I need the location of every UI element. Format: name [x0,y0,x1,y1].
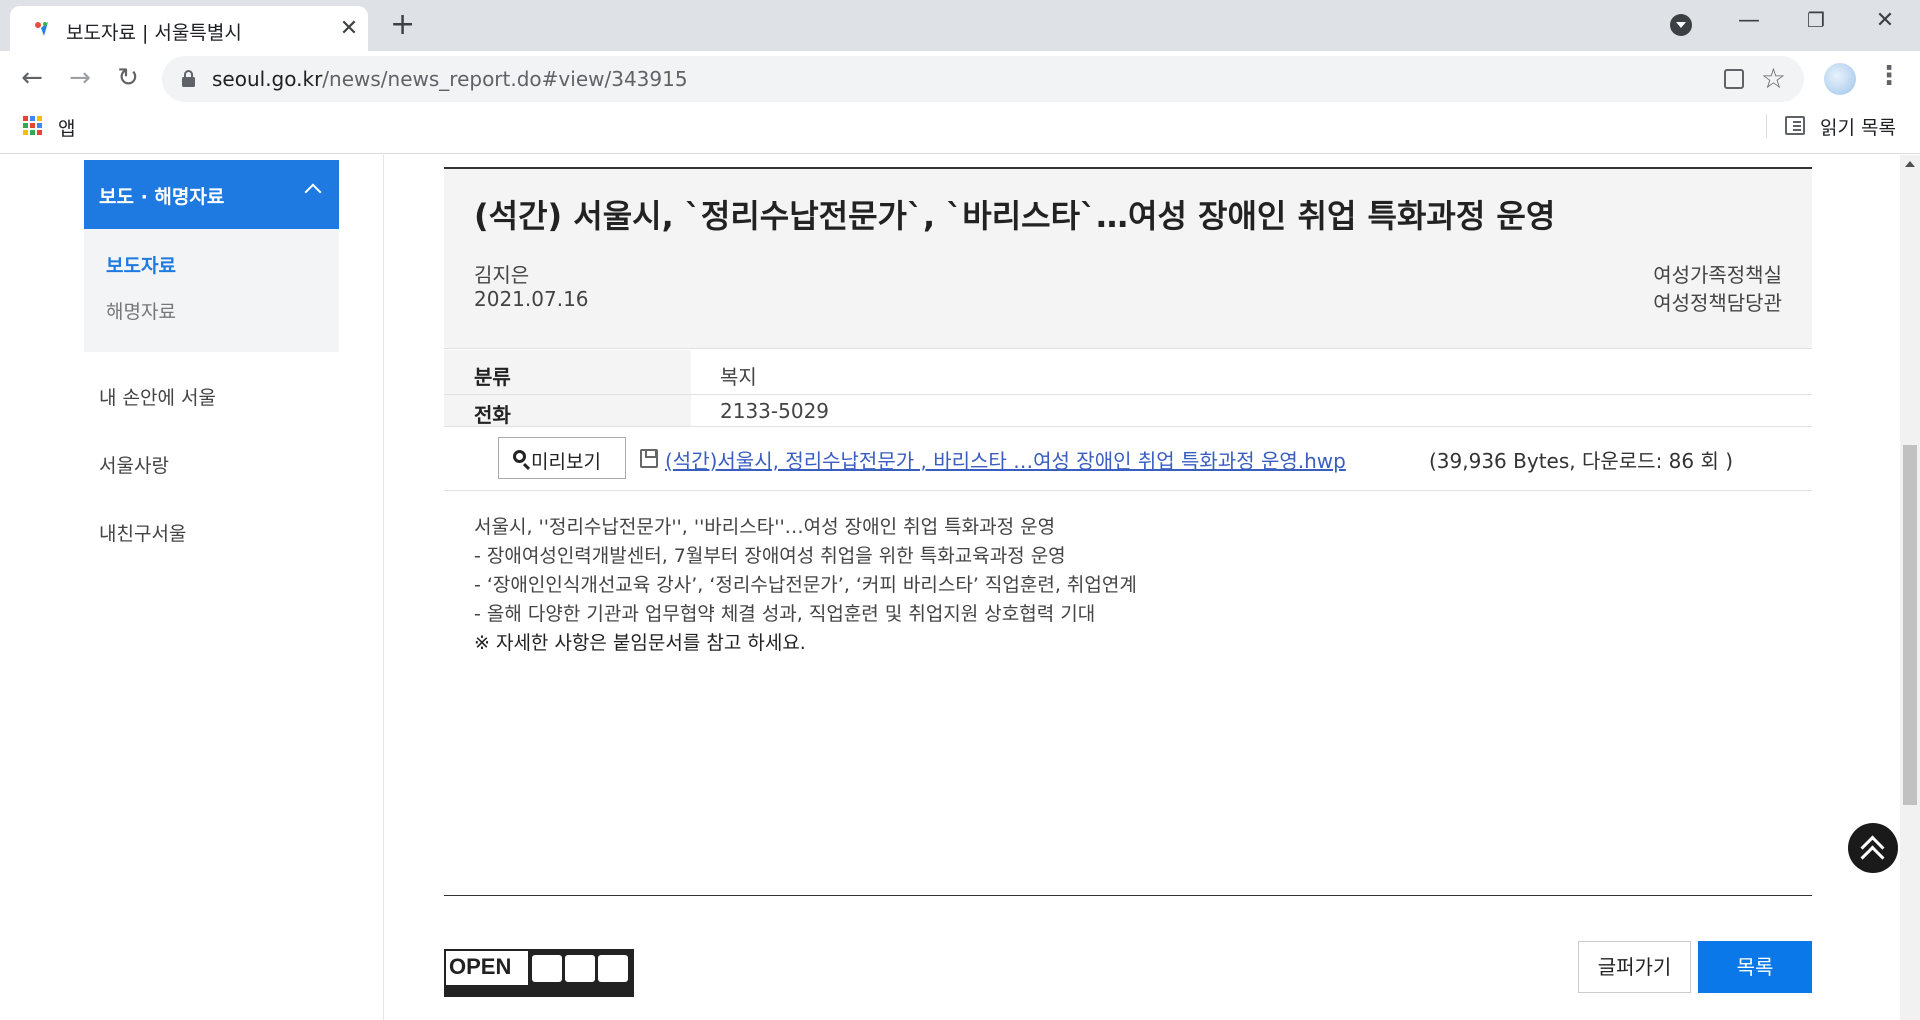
body-line: - 올해 다양한 기관과 업무협약 체결 성과, 직업훈련 및 취업지원 상호협… [474,603,1096,625]
article-date: 2021.07.16 [474,287,589,311]
meta-label: 분류 [474,365,511,389]
window-close-icon[interactable]: ✕ [1870,8,1900,33]
meta-row-category: 분류 복지 [444,350,1812,395]
article-header: (석간) 서울시, `정리수납전문가`, `바리스타`…여성 장애인 취업 특화… [444,169,1812,349]
sidebar-item-seoul-love[interactable]: 서울사랑 [99,451,169,478]
scroll-top-icon[interactable] [1848,823,1898,873]
scrollbar-thumb[interactable] [1903,445,1917,805]
lock-icon [182,70,195,87]
scroll-up-icon[interactable] [1905,161,1915,167]
sidebar-item-my-friend-seoul[interactable]: 내친구서울 [99,519,186,546]
body-line: - ‘장애인인식개선교육 강사’, ‘정리수납전문가’, ‘커피 바리스타’ 직… [474,574,1137,596]
forward-icon[interactable]: → [64,63,96,93]
restore-icon[interactable]: ❐ [1801,8,1831,32]
address-bar[interactable]: seoul.go.kr/news/news_report.do#view/343… [162,56,1804,102]
meta-row-phone: 전화 2133-5029 [444,395,1812,427]
qr-icon[interactable] [1724,69,1744,89]
sidebar-divider [383,155,384,1020]
attachment-row: 미리보기 (석간)서울시, 정리수납전문가 , 바리스타 …여성 장애인 취업 … [444,427,1812,491]
preview-button[interactable]: 미리보기 [498,437,626,479]
share-button[interactable]: 글퍼가기 [1578,941,1691,993]
apps-icon[interactable] [23,116,43,136]
article-team: 여성정책담당관 [1653,291,1782,315]
browser-toolbar: ← → ↻ seoul.go.kr/news/news_report.do#vi… [0,51,1920,107]
sidebar-section-header[interactable]: 보도 · 해명자료 [84,160,339,229]
kogl-open-logo: OPEN [444,949,634,997]
divider [1766,114,1767,138]
body-line: 서울시, ''정리수납전문가'', ''바리스타''…여성 장애인 취업 특화과… [474,516,1056,538]
open-logo-band [446,985,528,997]
seoul-favicon-icon [35,22,48,36]
tab-strip: 보도자료 | 서울특별시 ✕ + — ❐ ✕ [0,0,1920,51]
sidebar-item-seoul-in-hand[interactable]: 내 손안에 서울 [99,383,216,410]
article-title: (석간) 서울시, `정리수납전문가`, `바리스타`…여성 장애인 취업 특화… [474,197,1556,235]
menu-dots-icon[interactable]: ⋮ [1876,61,1902,91]
minimize-icon[interactable]: — [1734,8,1764,33]
meta-value: 2133-5029 [720,399,830,423]
bookmarks-bar [0,107,1920,154]
browser-tab[interactable]: 보도자료 | 서울특별시 ✕ [10,6,368,51]
preview-label: 미리보기 [531,451,601,473]
plus-icon[interactable]: + [390,10,415,40]
scrollbar[interactable] [1900,155,1920,1020]
sidebar-section-title: 보도 · 해명자료 [99,186,225,208]
apps-label[interactable]: 앱 [58,114,75,141]
article-body: 서울시, ''정리수납전문가'', ''바리스타''…여성 장애인 취업 특화과… [474,513,1774,658]
meta-value: 복지 [720,365,757,389]
magnifier-icon [513,450,526,463]
body-line: ※ 자세한 사항은 붙임문서를 참고 하세요. [474,632,806,654]
sidebar-item-press-release[interactable]: 보도자료 [106,251,176,278]
star-icon[interactable]: ☆ [1761,62,1786,95]
url-path: /news/news_report.do#view/343915 [322,67,688,91]
avatar[interactable] [1824,63,1856,95]
sidebar-submenu: 보도자료 해명자료 [84,229,339,352]
reading-list-label[interactable]: 읽기 목록 [1820,113,1896,140]
reading-list-icon[interactable] [1785,116,1805,135]
chevron-up-icon [304,183,322,201]
open-logo-text: OPEN [449,954,512,979]
meta-label: 전화 [474,403,511,427]
list-button[interactable]: 목록 [1698,941,1812,993]
attachment-link[interactable]: (석간)서울시, 정리수납전문가 , 바리스타 …여성 장애인 취업 특화과정 … [665,445,1346,474]
sidebar-item-explanation[interactable]: 해명자료 [106,297,176,324]
tab-title: 보도자료 | 서울특별시 [66,22,242,44]
article-bottom-rule [444,895,1812,896]
attachment-info: (39,936 Bytes, 다운로드: 86 회 ) [1429,449,1734,473]
tab-search-icon[interactable] [1670,14,1692,36]
article-author: 김지은 [474,263,530,287]
url-text[interactable]: seoul.go.kr/news/news_report.do#view/343… [212,67,688,91]
file-icon [640,449,658,468]
article-department: 여성가족정책실 [1653,263,1782,287]
reload-icon[interactable]: ↻ [112,63,144,93]
body-line: - 장애여성인력개발센터, 7월부터 장애여성 취업을 위한 특화교육과정 운영 [474,545,1066,567]
url-host: seoul.go.kr [212,67,323,91]
page-viewport: 보도 · 해명자료 보도자료 해명자료 내 손안에 서울 서울사랑 내친구서울 … [0,155,1900,1020]
back-icon[interactable]: ← [16,63,48,93]
license-icons [528,951,632,997]
close-icon[interactable]: ✕ [337,16,361,41]
